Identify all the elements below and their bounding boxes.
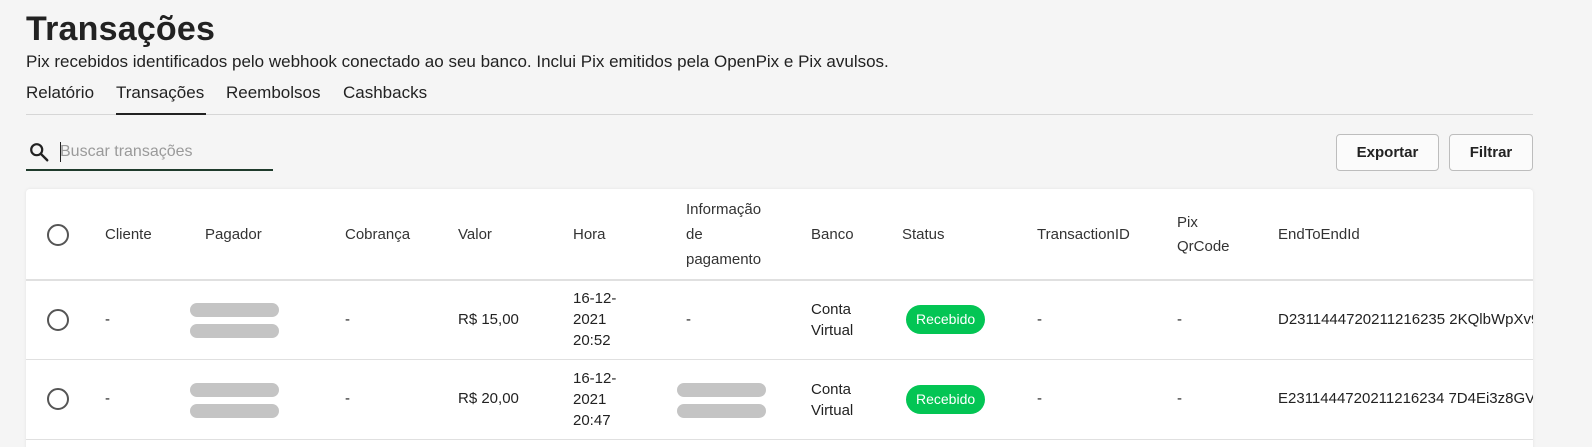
filter-button[interactable]: Filtrar (1449, 134, 1533, 171)
cell-cliente: - (105, 311, 110, 328)
info-placeholder (677, 404, 766, 418)
cell-info: - (686, 311, 691, 328)
cell-qrcode: - (1177, 390, 1182, 407)
pagador-placeholder (190, 383, 279, 397)
transactions-table: Cliente Pagador Cobrança Valor Hora Info… (26, 189, 1533, 447)
page-subtitle: Pix recebidos identificados pelo webhook… (26, 52, 889, 71)
cell-hora-time: 20:47 (573, 412, 611, 429)
header-divider (26, 279, 1533, 281)
status-badge: Recebido (906, 305, 986, 334)
cell-hora-date: 16-12- (573, 370, 617, 387)
pagador-placeholder (190, 404, 279, 418)
tab-bar: Relatório Transações Reembolsos Cashback… (26, 82, 1533, 115)
cell-cobranca: - (345, 311, 350, 328)
col-transaction-id: TransactionID (1037, 226, 1130, 243)
status-badge: Recebido (906, 385, 986, 414)
tab-relatorio[interactable]: Relatório (26, 82, 94, 115)
cell-valor: R$ 20,00 (458, 390, 519, 407)
col-qrcode-line2: QrCode (1177, 238, 1230, 255)
transactions-page: Transações Pix recebidos identificados p… (0, 0, 1592, 447)
row-divider (26, 439, 1533, 440)
col-info-line1: Informação (686, 201, 762, 218)
row-select-radio[interactable] (47, 388, 69, 410)
tab-cashbacks[interactable]: Cashbacks (343, 82, 427, 115)
cell-valor: R$ 15,00 (458, 311, 519, 328)
tab-reembolsos[interactable]: Reembolsos (226, 82, 321, 115)
export-button[interactable]: Exportar (1336, 134, 1439, 171)
tab-transacoes[interactable]: Transações (116, 82, 206, 115)
select-all-radio[interactable] (47, 224, 69, 246)
cell-hora-year: 2021 (573, 311, 607, 328)
cell-hora-date: 16-12- (573, 290, 617, 307)
col-banco: Banco (811, 226, 854, 243)
col-cobranca: Cobrança (345, 226, 411, 243)
cell-hora-time: 20:52 (573, 332, 611, 349)
cell-banco-line2: Virtual (811, 322, 854, 339)
col-info-line3: pagamento (686, 251, 762, 268)
col-info-line2: de (686, 226, 703, 243)
cell-qrcode: - (1177, 311, 1182, 328)
cell-cliente: - (105, 390, 110, 407)
cell-transaction-id: - (1037, 390, 1042, 407)
col-hora: Hora (573, 226, 606, 243)
info-placeholder (677, 383, 766, 397)
cell-banco-line1: Conta (811, 301, 852, 318)
col-cliente: Cliente (105, 226, 152, 243)
cell-end-to-end-id: D2311444720211216235 2KQlbWpXv9 (1278, 311, 1533, 328)
col-qrcode-line1: Pix (1177, 214, 1198, 231)
col-status: Status (902, 226, 945, 243)
col-valor: Valor (458, 226, 492, 243)
cell-hora-year: 2021 (573, 391, 607, 408)
search-icon (30, 143, 49, 162)
cell-banco-line1: Conta (811, 381, 852, 398)
search-input[interactable] (60, 140, 265, 164)
cell-end-to-end-id: E2311444720211216234 7D4Ei3z8GVE (1278, 390, 1533, 407)
pagador-placeholder (190, 303, 279, 317)
cell-transaction-id: - (1037, 311, 1042, 328)
pagador-placeholder (190, 324, 279, 338)
text-caret (60, 142, 61, 162)
cell-banco-line2: Virtual (811, 402, 854, 419)
col-pagador: Pagador (205, 226, 262, 243)
row-divider (26, 359, 1533, 360)
col-end-to-end-id: EndToEndId (1278, 226, 1360, 243)
cell-cobranca: - (345, 390, 350, 407)
search-field (26, 134, 273, 171)
page-title: Transações (26, 10, 216, 48)
row-select-radio[interactable] (47, 309, 69, 331)
